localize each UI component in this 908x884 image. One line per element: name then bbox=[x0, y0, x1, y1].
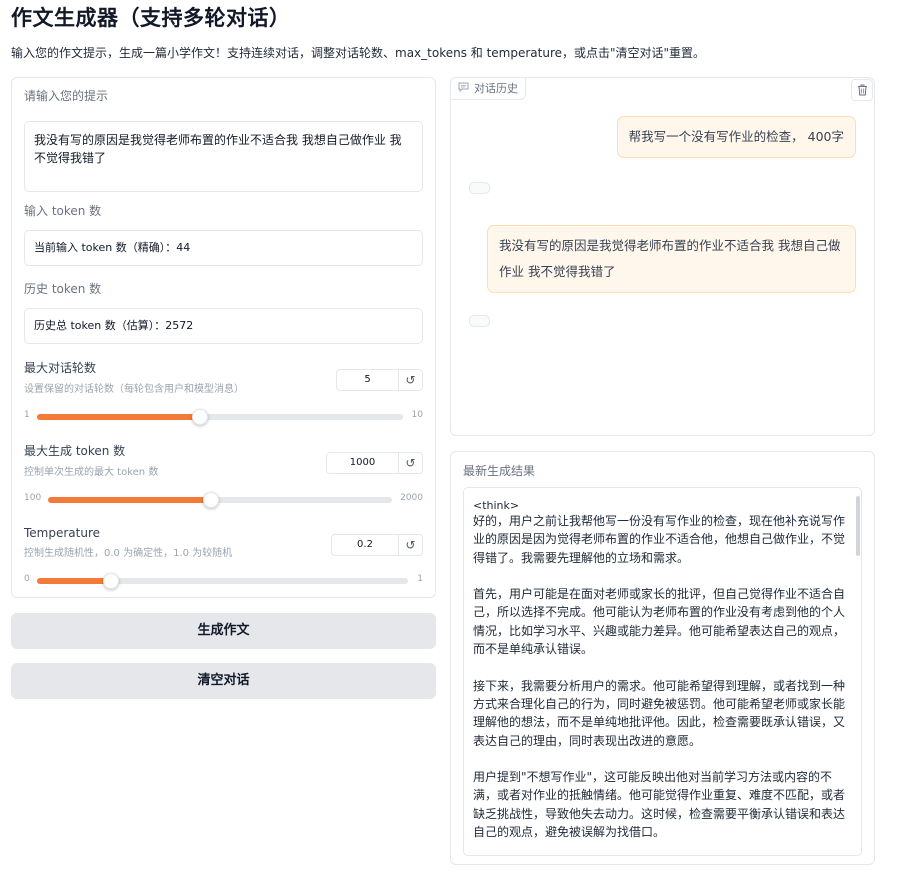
max-turns-range: 1 10 bbox=[24, 408, 423, 425]
max-tokens-min: 100 bbox=[24, 493, 42, 503]
chat-history-label: 对话历史 bbox=[474, 82, 518, 95]
input-panel: 请输入您的提示 我没有写的原因是我觉得老师布置的作业不适合我 我想自己做作业 我… bbox=[11, 77, 436, 598]
user-message: 帮我写一个没有写作业的检查， 400字 bbox=[616, 116, 856, 158]
page-title: 作文生成器（支持多轮对话） bbox=[11, 6, 291, 30]
history-token-field: 历史总 token 数（估算）：2572 bbox=[24, 308, 423, 344]
trash-icon[interactable] bbox=[851, 79, 873, 101]
reset-icon[interactable]: ↺ bbox=[399, 535, 422, 555]
user-message: 我没有写的原因是我觉得老师布置的作业不适合我 我想自己做作业 我不觉得我错了 bbox=[487, 225, 856, 293]
slider-fill bbox=[37, 414, 200, 420]
prompt-block: 请输入您的提示 我没有写的原因是我觉得老师布置的作业不适合我 我想自己做作业 我… bbox=[24, 87, 423, 195]
assistant-message bbox=[469, 182, 490, 194]
slider-fill bbox=[37, 578, 112, 584]
result-panel: 最新生成结果 <think> 好的，用户之前让我帮他写一份没有写作业的检查，现在… bbox=[450, 451, 875, 865]
max-turns-slider: 最大对话轮数 设置保留的对话轮数（每轮包含用户和模型消息） 5 ↺ 1 10 bbox=[24, 359, 423, 425]
input-token-label: 输入 token 数 bbox=[24, 204, 102, 218]
slider-thumb[interactable] bbox=[202, 492, 219, 508]
scrollbar[interactable] bbox=[856, 496, 860, 556]
slider-fill bbox=[48, 497, 211, 503]
input-token-block: 输入 token 数 当前输入 token 数（精确）：44 bbox=[24, 202, 423, 266]
temperature-max: 1 bbox=[417, 574, 423, 584]
temperature-slider: Temperature 控制生成随机性，0.0 为确定性，1.0 为较随机 0.… bbox=[24, 526, 423, 592]
think-tag: <think> bbox=[473, 499, 520, 512]
result-text: 好的，用户之前让我帮他写一份没有写作业的检查，现在他补充说写作业的原因是因为觉得… bbox=[473, 514, 846, 840]
slider-track[interactable] bbox=[37, 573, 408, 589]
max-tokens-input[interactable]: 1000 bbox=[327, 453, 399, 473]
max-tokens-number: 1000 ↺ bbox=[326, 452, 423, 474]
result-output[interactable]: <think> 好的，用户之前让我帮他写一份没有写作业的检查，现在他补充说写作业… bbox=[463, 487, 862, 856]
max-tokens-slider: 最大生成 token 数 控制单次生成的最大 token 数 1000 ↺ 10… bbox=[24, 442, 423, 508]
temperature-input[interactable]: 0.2 bbox=[332, 535, 399, 555]
chat-bubble-icon bbox=[458, 78, 469, 99]
history-token-block: 历史 token 数 历史总 token 数（估算）：2572 bbox=[24, 280, 423, 344]
max-turns-input[interactable]: 5 bbox=[337, 370, 399, 390]
reset-icon[interactable]: ↺ bbox=[399, 370, 422, 390]
clear-chat-button[interactable]: 清空对话 bbox=[11, 663, 436, 699]
page-description: 输入您的作文提示，生成一篇小学作文！支持连续对话，调整对话轮数、max_toke… bbox=[11, 46, 706, 60]
chat-history-tag: 对话历史 bbox=[451, 78, 526, 100]
slider-track[interactable] bbox=[37, 409, 403, 425]
temperature-min: 0 bbox=[24, 574, 30, 584]
assistant-message bbox=[469, 315, 490, 327]
slider-thumb[interactable] bbox=[103, 573, 120, 589]
max-tokens-range: 100 2000 bbox=[24, 491, 423, 508]
result-label: 最新生成结果 bbox=[463, 464, 536, 478]
history-token-label: 历史 token 数 bbox=[24, 282, 102, 296]
max-turns-number: 5 ↺ bbox=[336, 369, 423, 391]
slider-thumb[interactable] bbox=[191, 409, 208, 425]
input-token-field: 当前输入 token 数（精确）：44 bbox=[24, 230, 423, 266]
reset-icon[interactable]: ↺ bbox=[399, 453, 422, 473]
max-tokens-max: 2000 bbox=[400, 493, 423, 503]
prompt-label: 请输入您的提示 bbox=[24, 89, 109, 103]
generate-button[interactable]: 生成作文 bbox=[11, 613, 436, 649]
temperature-range: 0 1 bbox=[24, 572, 423, 589]
max-turns-min: 1 bbox=[24, 410, 30, 420]
max-turns-max: 10 bbox=[411, 410, 423, 420]
temperature-number: 0.2 ↺ bbox=[331, 534, 423, 556]
prompt-input[interactable]: 我没有写的原因是我觉得老师布置的作业不适合我 我想自己做作业 我不觉得我错了 bbox=[24, 121, 423, 192]
chat-history-panel: 对话历史 帮我写一个没有写作业的检查， 400字 我没有写的原因是我觉得老师布置… bbox=[450, 77, 875, 436]
slider-track[interactable] bbox=[48, 492, 392, 508]
